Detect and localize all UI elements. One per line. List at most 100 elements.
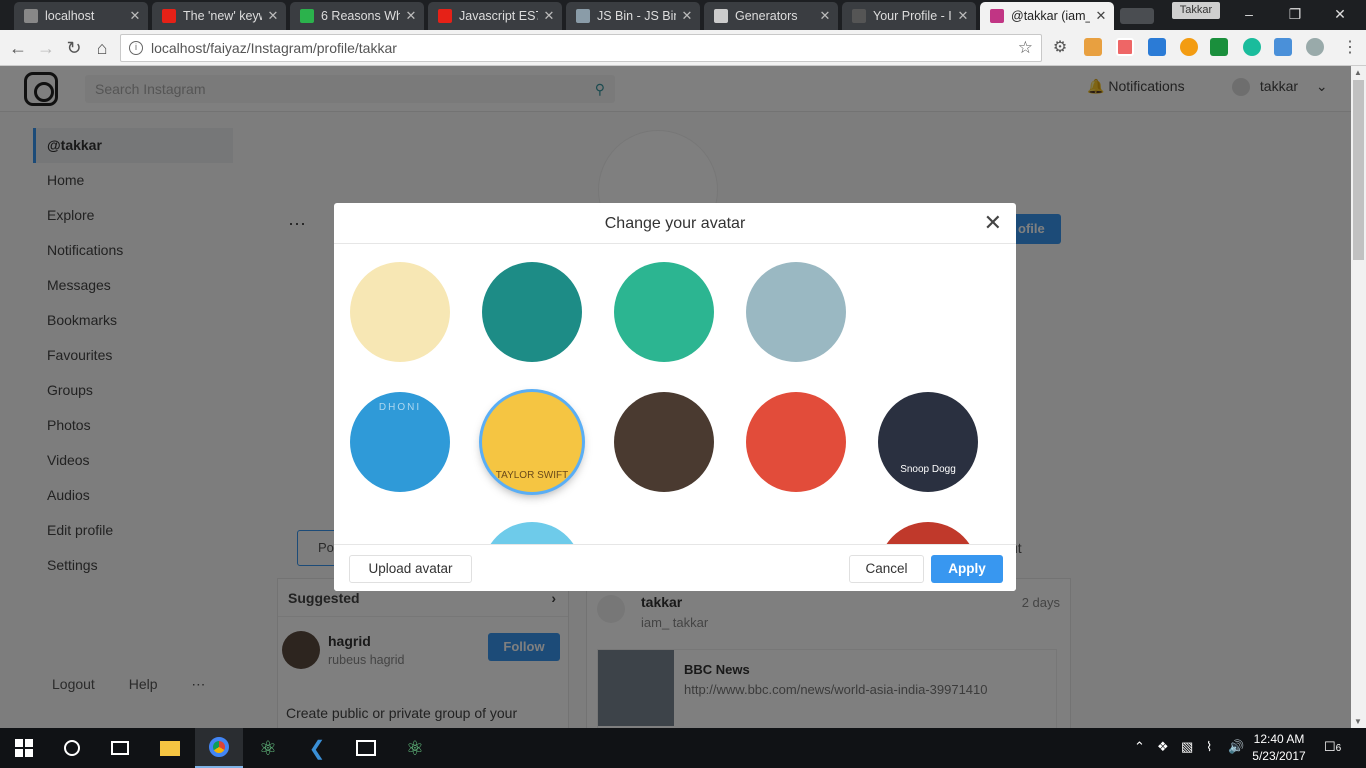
volume-icon[interactable]: 🔊 <box>1228 739 1244 755</box>
scroll-up-icon[interactable]: ▲ <box>1354 68 1362 77</box>
scroll-down-icon[interactable]: ▼ <box>1354 717 1362 726</box>
apply-button[interactable]: Apply <box>931 555 1003 583</box>
new-tab-button[interactable] <box>1120 8 1154 24</box>
address-bar[interactable]: i localhost/faiyaz/Instagram/profile/tak… <box>120 34 1042 62</box>
browser-toolbar: ← → ↻ ⌂ i localhost/faiyaz/Instagram/pro… <box>0 30 1366 66</box>
page-scrollbar[interactable]: ▲ ▼ <box>1351 66 1366 728</box>
wifi-icon[interactable]: ⌇ <box>1206 739 1212 755</box>
browser-tab[interactable]: instagram-icon @takkar (iam_ ✕ <box>980 2 1114 30</box>
avatar-boy-glasses[interactable] <box>350 262 450 362</box>
avatar-row3-1[interactable] <box>350 522 450 544</box>
bookmark-star-icon[interactable]: ☆ <box>1018 38 1033 58</box>
avatar-row3-4[interactable] <box>746 522 846 544</box>
task-view-icon[interactable] <box>96 728 144 768</box>
avatar-pulp-fiction[interactable] <box>746 392 846 492</box>
download-extension-icon[interactable] <box>1148 38 1166 56</box>
close-tab-icon[interactable]: ✕ <box>680 8 694 24</box>
extension-icon[interactable] <box>1084 38 1102 56</box>
close-tab-icon[interactable]: ✕ <box>542 8 556 24</box>
avatar-cricketer[interactable]: DHONI <box>350 392 450 492</box>
photos-app-icon[interactable] <box>342 728 390 768</box>
browser-tab-title: Your Profile - I <box>873 9 952 23</box>
close-tab-icon[interactable]: ✕ <box>404 8 418 24</box>
avatar-row3-3[interactable] <box>614 522 714 544</box>
browser-tab[interactable]: codepen-icon Generators ✕ <box>704 2 838 30</box>
browser-tab-title: Generators <box>735 9 798 23</box>
dropbox-icon[interactable]: ❖ <box>1157 739 1169 755</box>
avatar-caption: Snoop Dogg <box>900 464 956 475</box>
extension-icon[interactable] <box>1116 38 1134 56</box>
avatar-caption: TAYLOR SWIFT <box>495 470 569 481</box>
close-tab-icon[interactable]: ✕ <box>1094 8 1108 24</box>
avatar-boxer[interactable] <box>614 392 714 492</box>
cancel-button[interactable]: Cancel <box>849 555 924 583</box>
close-tab-icon[interactable]: ✕ <box>818 8 832 24</box>
upload-avatar-button[interactable]: Upload avatar <box>349 555 472 583</box>
clock-icon: clock-icon <box>300 9 314 23</box>
avatar-taylor-swift[interactable]: TAYLOR SWIFT <box>482 392 582 492</box>
show-hidden-icons-icon[interactable]: ⌃ <box>1134 739 1145 755</box>
settings-gear-icon[interactable]: ⚙ <box>1048 36 1072 60</box>
browser-tab-title: Javascript ES7 <box>459 9 538 23</box>
vscode-icon[interactable]: ❮ <box>293 728 341 768</box>
minimize-icon[interactable]: – <box>1234 4 1264 24</box>
atom-editor-icon[interactable]: ⚛ <box>244 728 292 768</box>
cortana-search-icon[interactable] <box>48 728 96 768</box>
browser-tab-title: localhost <box>45 9 95 23</box>
close-window-icon[interactable]: ✕ <box>1325 4 1355 24</box>
home-icon[interactable]: ⌂ <box>90 36 114 60</box>
react-extension-icon[interactable] <box>1306 38 1324 56</box>
avatar-row3-5[interactable] <box>878 522 978 544</box>
atom-editor-icon[interactable]: ⚛ <box>391 728 439 768</box>
avatar-grid: DHONI TAYLOR SWIFT Snoop Dogg <box>334 244 1016 544</box>
h-icon: h-icon <box>852 9 866 23</box>
codepen-icon: codepen-icon <box>714 9 728 23</box>
browser-tab-strip: document-icon localhost ✕ youtube-icon The '… <box>0 0 1366 30</box>
browser-tab-title: @takkar (iam_ <box>1011 9 1090 23</box>
avatar-snoop-dogg[interactable]: Snoop Dogg <box>878 392 978 492</box>
close-icon[interactable]: ✕ <box>984 211 1002 235</box>
youtube-icon: youtube-icon <box>162 9 176 23</box>
back-icon[interactable]: ← <box>6 36 30 60</box>
menu-icon[interactable]: ⋮ <box>1338 36 1362 60</box>
extension-icon[interactable] <box>1180 38 1198 56</box>
restore-icon[interactable]: ❐ <box>1280 4 1310 24</box>
modal-title: Change your avatar <box>334 203 1016 244</box>
windows-taskbar: ⚛ ❮ ⚛ ⌃ ❖ ▧ ⌇ 🔊 12:40 AM 5/23/2017 ☐6 <box>0 728 1366 768</box>
browser-tab[interactable]: youtube-icon The 'new' keyw ✕ <box>152 2 286 30</box>
url-text: localhost/faiyaz/Instagram/profile/takka… <box>151 40 397 56</box>
chrome-taskbar-icon[interactable] <box>195 728 243 768</box>
avatar-anonymous[interactable] <box>746 262 846 362</box>
browser-tab[interactable]: h-icon Your Profile - I ✕ <box>842 2 976 30</box>
forward-icon[interactable]: → <box>34 36 58 60</box>
close-tab-icon[interactable]: ✕ <box>266 8 280 24</box>
browser-tab[interactable]: clock-icon 6 Reasons Wh ✕ <box>290 2 424 30</box>
instagram-icon: instagram-icon <box>990 9 1004 23</box>
avatar-grandma[interactable] <box>482 262 582 362</box>
avatar-notebook[interactable] <box>614 262 714 362</box>
start-windows-icon[interactable] <box>0 728 48 768</box>
extension-icon[interactable] <box>1243 38 1261 56</box>
clock-date: 5/23/2017 <box>1252 749 1306 763</box>
browser-tab[interactable]: jsbin-icon JS Bin - JS Bin ✕ <box>566 2 700 30</box>
browser-tab-title: The 'new' keyw <box>183 9 262 23</box>
file-explorer-icon[interactable] <box>146 728 194 768</box>
extension-icon[interactable] <box>1274 38 1292 56</box>
avatar-row3-2[interactable] <box>482 522 582 544</box>
battery-icon[interactable]: ▧ <box>1181 739 1193 755</box>
browser-tab[interactable]: document-icon localhost ✕ <box>14 2 148 30</box>
action-center-icon[interactable]: ☐6 <box>1324 739 1341 755</box>
notification-count: 6 <box>1335 743 1342 754</box>
scrollbar-thumb[interactable] <box>1353 80 1364 260</box>
browser-tab[interactable]: youtube-icon Javascript ES7 ✕ <box>428 2 562 30</box>
close-tab-icon[interactable]: ✕ <box>956 8 970 24</box>
jsbin-icon: jsbin-icon <box>576 9 590 23</box>
browser-profile-chip[interactable]: Takkar <box>1172 2 1220 19</box>
extension-icon[interactable] <box>1210 38 1228 56</box>
info-icon[interactable]: i <box>129 41 143 55</box>
reload-icon[interactable]: ↻ <box>62 36 86 60</box>
browser-tab-title: 6 Reasons Wh <box>321 9 400 23</box>
system-clock[interactable]: 12:40 AM 5/23/2017 <box>1246 731 1312 765</box>
avatar-superman[interactable] <box>878 262 978 362</box>
close-tab-icon[interactable]: ✕ <box>128 8 142 24</box>
